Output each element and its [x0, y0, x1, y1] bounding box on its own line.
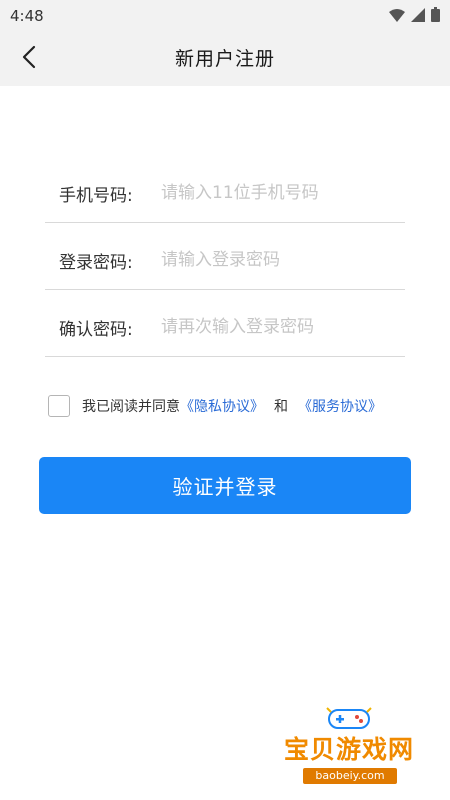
service-agreement-link[interactable]: 《服务协议》 — [298, 396, 382, 416]
confirm-password-input[interactable] — [151, 307, 405, 347]
status-icons — [389, 6, 440, 26]
watermark-logo: 宝贝游戏网 baobeiy.com — [275, 706, 423, 792]
back-button[interactable] — [12, 42, 46, 76]
page-title: 新用户注册 — [174, 48, 275, 70]
signal-icon — [411, 7, 425, 26]
password-input[interactable] — [151, 240, 405, 280]
privacy-policy-link[interactable]: 《隐私协议》 — [180, 396, 264, 416]
agreement-and-text: 和 — [274, 399, 288, 415]
registration-form: 手机号码: 登录密码: 确认密码: — [45, 164, 405, 357]
password-label: 登录密码: — [59, 252, 133, 273]
verify-login-button[interactable]: 验证并登录 — [39, 457, 411, 514]
status-bar: 4:48 — [0, 0, 450, 32]
chevron-left-icon — [22, 45, 36, 73]
battery-icon — [431, 6, 440, 26]
agreement-text: 我已阅读并同意 — [82, 399, 180, 415]
confirm-password-row: 确认密码: — [45, 298, 405, 357]
phone-label: 手机号码: — [59, 185, 133, 206]
phone-row: 手机号码: — [45, 164, 405, 223]
wifi-icon — [389, 7, 405, 26]
agreement-checkbox[interactable] — [48, 395, 70, 417]
confirm-password-label: 确认密码: — [59, 319, 133, 340]
status-time: 4:48 — [10, 7, 44, 25]
gamepad-icon — [326, 707, 372, 729]
agreement-row: 我已阅读并同意 《隐私协议》 和 《服务协议》 — [48, 393, 382, 419]
password-row: 登录密码: — [45, 231, 405, 290]
phone-input[interactable] — [151, 173, 405, 213]
watermark-brand: 宝贝游戏网 — [283, 735, 414, 764]
app-bar: 新用户注册 — [0, 32, 450, 86]
watermark-url: baobeiy.com — [303, 768, 397, 784]
